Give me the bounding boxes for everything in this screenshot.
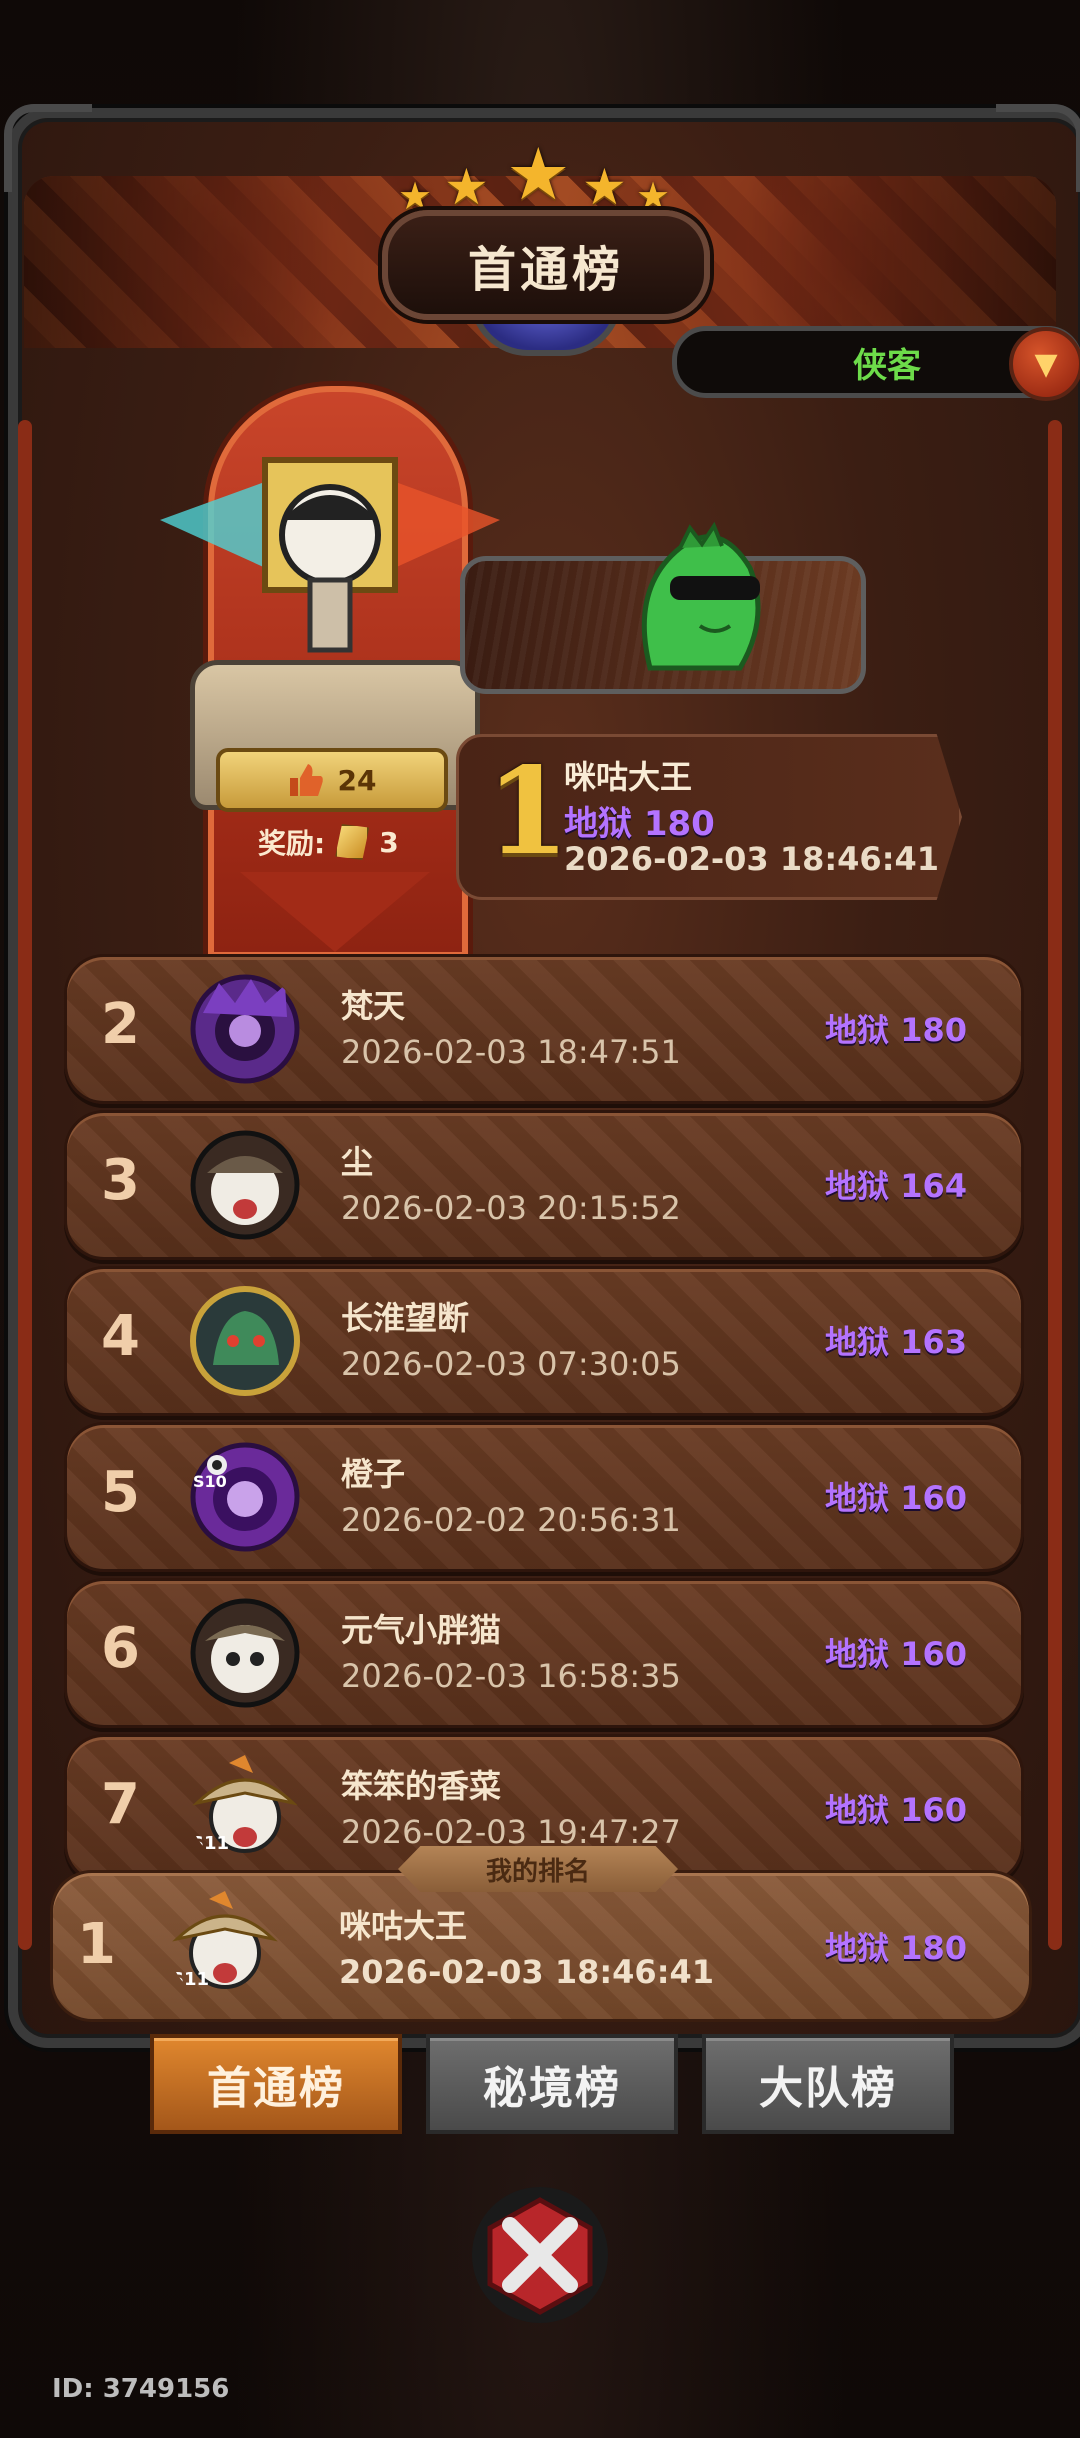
clear-time: 2026-02-03 20:15:52 <box>341 1189 681 1227</box>
my-clear-time: 2026-02-03 18:46:41 <box>339 1953 715 1991</box>
leaderboard-tabs: 首通榜 秘境榜 大队榜 <box>150 2034 954 2134</box>
like-count: 24 <box>337 763 377 797</box>
row-rank: 4 <box>101 1304 140 1369</box>
difficulty-score: 地狱 180 <box>825 1011 967 1049</box>
rank-row[interactable]: 5 S10 橙子 2026-02-02 20:56:31 地狱 160 <box>64 1422 1024 1572</box>
difficulty-score: 地狱 160 <box>825 1479 967 1517</box>
avatar[interactable] <box>189 1597 301 1709</box>
rank-row[interactable]: 2 梵天 2026-02-03 18:47:51 地狱 180 <box>64 954 1024 1104</box>
chevron-down-icon[interactable]: ▼ <box>1009 327 1080 401</box>
rank-row[interactable]: 4 长淮望断 2026-02-03 07:30:05 地狱 163 <box>64 1266 1024 1416</box>
season-badge: S11 <box>171 1969 209 1990</box>
row-rank: 2 <box>101 992 140 1057</box>
champion-hero-sprite[interactable] <box>150 440 510 670</box>
close-button[interactable] <box>470 2180 610 2330</box>
class-filter-dropdown[interactable]: 侠客 ▼ <box>672 326 1080 401</box>
player-name: 橙子 <box>341 1455 406 1493</box>
reward-count: 3 <box>379 825 399 859</box>
player-name: 元气小胖猫 <box>341 1611 502 1649</box>
row-rank: 5 <box>101 1460 140 1525</box>
star-icon: ★ <box>444 158 489 216</box>
rank-row[interactable]: 6 元气小胖猫 2026-02-03 16:58:35 地狱 160 <box>64 1578 1024 1728</box>
clear-time: 2026-02-03 18:47:51 <box>341 1033 681 1071</box>
my-avatar[interactable]: S11 <box>169 1889 281 2001</box>
avatar[interactable] <box>189 973 301 1085</box>
thumb-up-icon <box>289 764 323 796</box>
champion-score: 地狱 180 <box>564 804 715 844</box>
clear-time: 2026-02-03 19:47:27 <box>341 1813 681 1851</box>
board-title: 首通榜 <box>382 210 710 320</box>
tab-secret-realm[interactable]: 秘境榜 <box>426 2034 678 2134</box>
my-rank-tag: 我的排名 <box>398 1846 678 1892</box>
row-rank: 7 <box>101 1772 140 1837</box>
clear-time: 2026-02-02 20:56:31 <box>341 1501 681 1539</box>
player-name: 尘 <box>341 1143 374 1181</box>
my-score: 地狱 180 <box>825 1929 967 1967</box>
champion-time: 2026-02-03 18:46:41 <box>564 840 940 878</box>
star-icon: ★ <box>582 158 627 216</box>
season-badge: S10 <box>193 1472 227 1491</box>
player-name: 笨笨的香菜 <box>341 1767 502 1805</box>
champion-rank: 1 <box>486 741 570 882</box>
player-id: ID: 3749156 <box>52 2374 230 2404</box>
avatar[interactable] <box>189 1285 301 1397</box>
like-button[interactable]: 24 <box>216 748 448 812</box>
player-name: 长淮望断 <box>341 1299 470 1337</box>
champion-name[interactable]: 咪咕大王 <box>564 752 692 798</box>
difficulty-score: 地狱 160 <box>825 1791 967 1829</box>
tab-first-clear[interactable]: 首通榜 <box>150 2034 402 2134</box>
champion-reward: 奖励: 3 <box>258 822 399 862</box>
frame-left-rail <box>18 420 32 1950</box>
row-rank: 3 <box>101 1148 140 1213</box>
my-rank-number: 1 <box>77 1912 116 1977</box>
frame-right-rail <box>1048 420 1062 1950</box>
player-name: 梵天 <box>341 987 406 1025</box>
star-rating: ★ ★ ★ ★ ★ <box>398 128 682 218</box>
avatar[interactable]: S10 <box>189 1441 301 1553</box>
row-rank: 6 <box>101 1616 140 1681</box>
difficulty-score: 地狱 160 <box>825 1635 967 1673</box>
season-badge: S11 <box>191 1833 229 1854</box>
difficulty-score: 地狱 163 <box>825 1323 967 1361</box>
my-rank-row[interactable]: 1 S11 咪咕大王 2026-02-03 18:46:41 地狱 180 <box>50 1870 1032 2022</box>
tab-squad[interactable]: 大队榜 <box>702 2034 954 2134</box>
gold-ingot-icon <box>335 824 370 860</box>
difficulty-score: 地狱 164 <box>825 1167 967 1205</box>
my-name: 咪咕大王 <box>339 1907 468 1945</box>
avatar[interactable]: S11 <box>189 1753 301 1865</box>
rank-row[interactable]: 3 尘 2026-02-03 20:15:52 地狱 164 <box>64 1110 1024 1260</box>
star-icon: ★ <box>506 132 571 216</box>
clear-time: 2026-02-03 16:58:35 <box>341 1657 681 1695</box>
avatar[interactable] <box>189 1129 301 1241</box>
reward-label: 奖励: <box>258 827 326 860</box>
green-dino-pet-sprite[interactable] <box>610 508 780 678</box>
clear-time: 2026-02-03 07:30:05 <box>341 1345 681 1383</box>
